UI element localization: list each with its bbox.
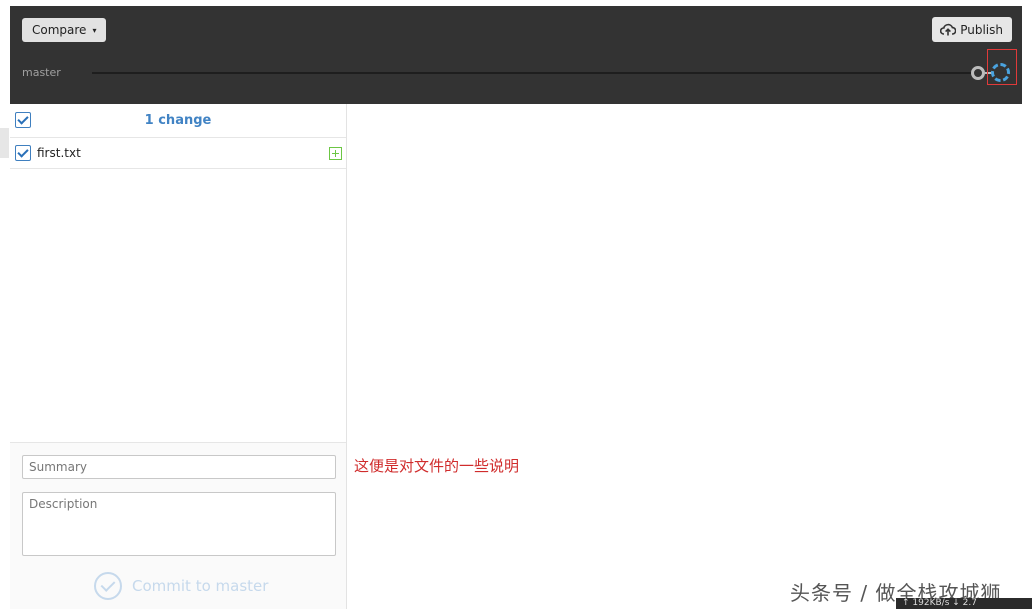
network-status-bar: ↑ 192KB/s ↓ 2.7 xyxy=(896,598,1032,609)
highlight-annotation-box xyxy=(987,49,1017,85)
history-timeline xyxy=(92,72,976,74)
check-circle-icon xyxy=(94,572,122,600)
select-all-checkbox[interactable] xyxy=(15,112,31,128)
commit-node-icon[interactable] xyxy=(971,66,985,80)
compare-button[interactable]: Compare ▾ xyxy=(22,18,107,42)
chevron-down-icon: ▾ xyxy=(92,25,97,35)
changes-header: 1 change xyxy=(10,104,346,138)
compare-button-label: Compare xyxy=(32,23,87,37)
file-name: first.txt xyxy=(37,146,81,160)
commit-button[interactable]: Commit to master xyxy=(94,570,268,602)
repository-toolbar: Compare ▾ Publish master xyxy=(10,6,1022,104)
file-added-icon xyxy=(329,147,342,160)
annotation-text: 这便是对文件的一些说明 xyxy=(354,457,520,475)
publish-button-label: Publish xyxy=(960,22,1003,37)
window-edge xyxy=(0,128,9,158)
changes-count: 1 change xyxy=(144,113,212,128)
file-list-item[interactable]: first.txt xyxy=(10,138,346,169)
publish-button[interactable]: Publish xyxy=(932,17,1012,42)
commit-button-label: Commit to master xyxy=(132,577,269,595)
description-input[interactable] xyxy=(22,492,336,556)
cloud-upload-icon xyxy=(940,23,957,36)
changes-panel: 1 change first.txt Commit to master xyxy=(10,104,347,609)
file-checkbox[interactable] xyxy=(15,145,31,161)
branch-name: master xyxy=(22,66,61,79)
commit-form: Commit to master xyxy=(10,442,346,609)
summary-input[interactable] xyxy=(22,455,336,479)
